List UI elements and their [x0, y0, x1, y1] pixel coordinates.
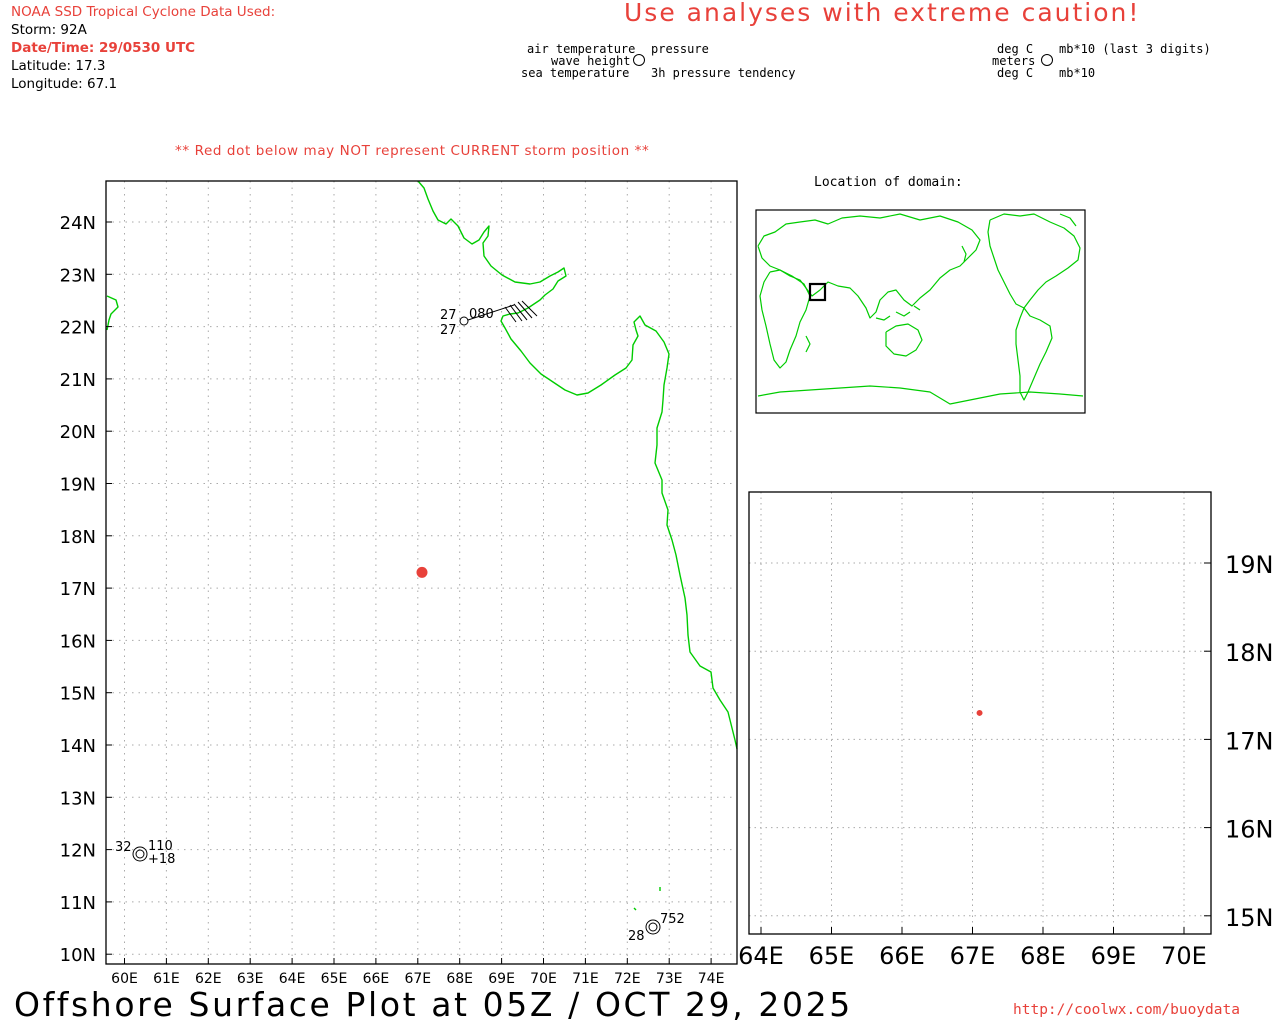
station-1-air-temp: 27 [440, 308, 457, 323]
zoom-lon-label: 66E [879, 942, 925, 970]
main-lat-label: 21N [60, 370, 96, 391]
station-1-sea-temp: 27 [440, 323, 457, 338]
main-lat-label: 11N [60, 893, 96, 914]
main-lat-label: 23N [60, 265, 96, 286]
main-map: 60E 61E 62E 63E 64E 65E 66E 67E 68E 69E 70E 71E 72E 7… [60, 175, 1274, 987]
zoom-lat-label: 17N [1225, 727, 1274, 755]
footer-title: Offshore Surface Plot at 05Z / OCT 29, 2… [14, 985, 853, 1024]
inset-title: Location of domain: [814, 175, 963, 190]
main-lat-label: 20N [60, 422, 96, 443]
main-map-ticks [106, 221, 712, 964]
main-lat-label: 16N [60, 631, 96, 652]
zoom-lat-label: 19N [1225, 551, 1274, 579]
zoom-lon-label: 67E [950, 942, 996, 970]
main-map-lat-labels: 24N 23N 22N 21N 20N 19N 18N 17N 16N 15N 14N 13N 12N 1… [60, 213, 96, 966]
main-lat-label: 14N [60, 736, 96, 757]
zoom-lon-label: 68E [1020, 942, 1066, 970]
main-lat-label: 12N [60, 841, 96, 862]
main-lat-label: 15N [60, 684, 96, 705]
station-plot-2: 32 110 +18 [115, 839, 175, 867]
zoom-lat-label: 18N [1225, 639, 1274, 667]
station-3-air-temp: 28 [628, 929, 645, 944]
zoom-map-lat-labels: 19N 18N 17N 16N 15N [1225, 551, 1274, 932]
main-lat-label: 18N [60, 527, 96, 548]
main-lat-label: 13N [60, 788, 96, 809]
main-map-coastline [106, 180, 738, 911]
station-1-pressure: 080 [469, 307, 494, 322]
station-plot-1: 27 27 080 [440, 300, 538, 338]
station-3-pressure: 752 [660, 912, 685, 927]
footer-url[interactable]: http://coolwx.com/buoydata [1013, 1002, 1240, 1018]
station-2-tendency: +18 [148, 852, 175, 867]
zoom-lat-label: 16N [1225, 816, 1274, 844]
main-lat-label: 17N [60, 579, 96, 600]
zoom-map-ticks [760, 562, 1211, 934]
main-lat-label: 24N [60, 213, 96, 234]
zoom-lon-label: 70E [1161, 942, 1207, 970]
zoom-storm-position-marker [976, 709, 983, 716]
zoom-lon-label: 65E [809, 942, 855, 970]
inset-world-map [755, 209, 1086, 414]
station-plot-3: 752 28 [628, 912, 685, 944]
zoom-lon-label: 64E [738, 942, 784, 970]
station-2-air-temp: 32 [115, 840, 132, 855]
zoom-lat-label: 15N [1225, 904, 1274, 932]
main-lat-label: 10N [60, 945, 96, 966]
main-lat-label: 19N [60, 475, 96, 496]
storm-position-marker [416, 566, 428, 578]
main-lat-label: 22N [60, 318, 96, 339]
zoom-map-lon-labels: 64E 65E 66E 67E 68E 69E 70E [738, 942, 1207, 970]
zoom-lon-label: 69E [1091, 942, 1137, 970]
